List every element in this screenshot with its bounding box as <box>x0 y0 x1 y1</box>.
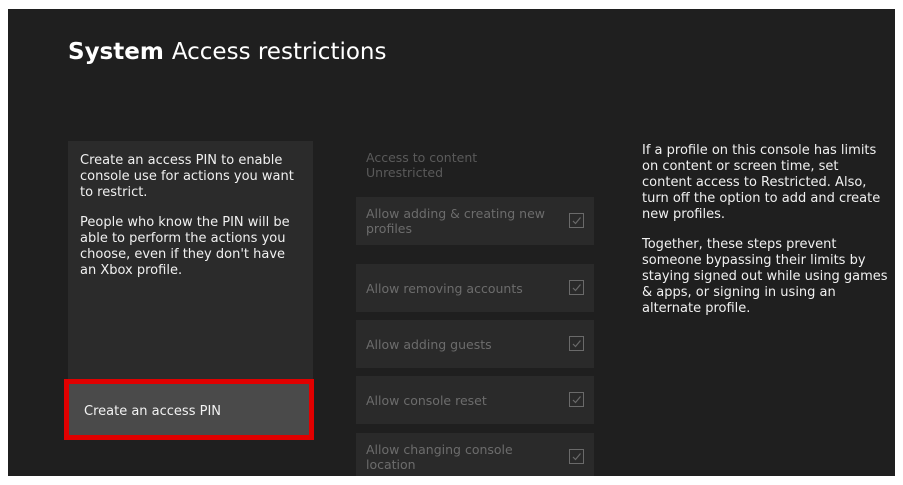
option-label: Allow removing accounts <box>366 280 523 296</box>
checkbox-checked-icon <box>569 392 584 407</box>
allow-removing-accounts-option[interactable]: Allow removing accounts <box>356 264 594 312</box>
page-title-label: Access restrictions <box>171 39 387 65</box>
allow-changing-console-location-option[interactable]: Allow changing console location <box>356 433 594 476</box>
help-text: If a profile on this console has limits … <box>642 143 890 331</box>
pin-description-paragraph-2: People who know the PIN will be able to … <box>80 215 290 278</box>
option-label: Allow changing console location <box>366 442 513 472</box>
create-access-pin-label: Create an access PIN <box>84 404 222 419</box>
page-section-label: System <box>68 39 164 65</box>
allow-console-reset-option[interactable]: Allow console reset <box>356 376 594 424</box>
access-to-content-option[interactable]: Access to content Unrestricted <box>356 141 594 189</box>
help-paragraph-1: If a profile on this console has limits … <box>642 143 881 222</box>
option-label: Allow adding & creating new profiles <box>366 206 546 236</box>
pin-description-paragraph-1: Create an access PIN to enable console u… <box>80 153 294 200</box>
page-title: System Access restrictions <box>68 39 387 65</box>
checkbox-checked-icon <box>569 449 584 464</box>
option-label: Allow console reset <box>366 392 487 408</box>
console-screen: System Access restrictions Create an acce… <box>8 9 895 476</box>
checkbox-checked-icon <box>569 336 584 351</box>
access-to-content-label: Access to content Unrestricted <box>366 150 478 180</box>
pin-description: Create an access PIN to enable console u… <box>80 153 302 293</box>
allow-adding-guests-option[interactable]: Allow adding guests <box>356 320 594 368</box>
create-access-pin-button[interactable]: Create an access PIN <box>64 379 314 440</box>
allow-adding-creating-profiles-option[interactable]: Allow adding & creating new profiles <box>356 197 594 245</box>
checkbox-checked-icon <box>569 213 584 228</box>
option-label: Allow adding guests <box>366 336 492 352</box>
help-paragraph-2: Together, these steps prevent someone by… <box>642 237 888 316</box>
checkbox-checked-icon <box>569 280 584 295</box>
